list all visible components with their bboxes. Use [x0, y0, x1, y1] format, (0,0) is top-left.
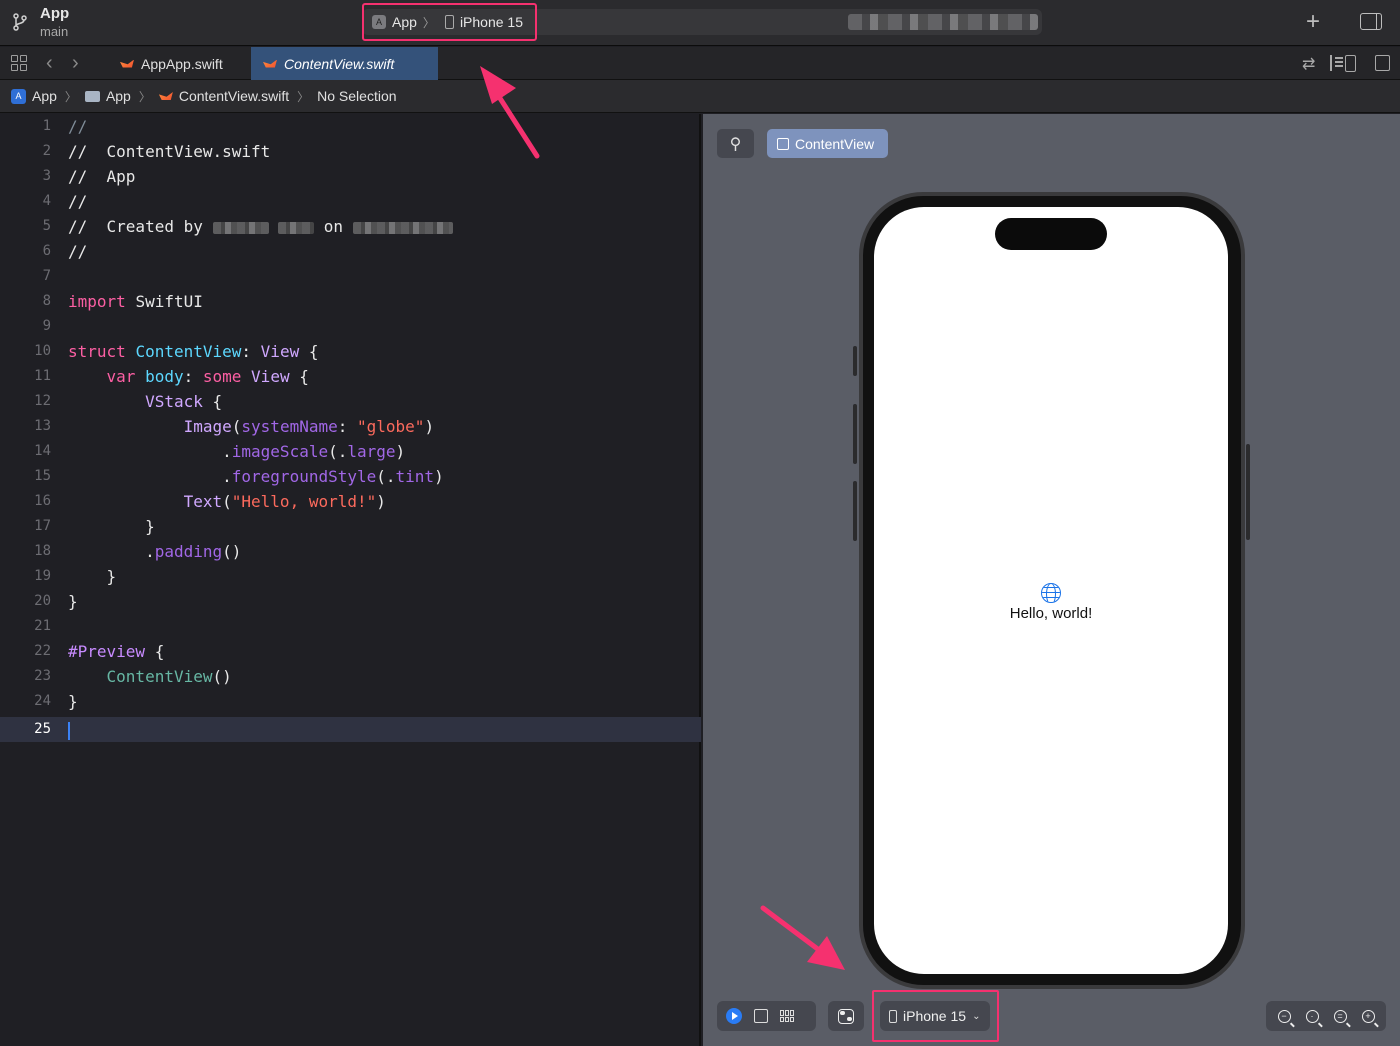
current-code-line[interactable]: 25: [0, 717, 701, 742]
swift-file-icon: [159, 90, 173, 102]
code-line: 4//: [42, 192, 88, 211]
preview-hello-text: Hello, world!: [1009, 605, 1093, 622]
redacted-author: [278, 221, 315, 234]
preview-selector-button[interactable]: ContentView: [767, 129, 888, 158]
swap-arrows-icon[interactable]: ⇄: [1302, 54, 1315, 74]
swift-file-icon: [263, 58, 277, 70]
swift-file-icon: [120, 58, 134, 70]
branch-icon: [13, 13, 27, 31]
zoom-in-icon[interactable]: +: [1361, 1009, 1375, 1023]
action-button: [853, 346, 857, 376]
breadcrumb-separator: 〉: [64, 89, 77, 104]
code-line: 14 .imageScale(.large): [34, 442, 406, 461]
canvas-settings-button[interactable]: [828, 1001, 864, 1031]
zoom-actual-size-icon[interactable]: =: [1333, 1009, 1347, 1023]
scheme-chevron: 〉: [422, 15, 435, 30]
xcode-window: App main A App 〉 iPhone 15 + ‹ › AppApp.…: [0, 0, 1400, 1046]
preview-cube-icon: [777, 137, 789, 150]
related-items-grid-icon[interactable]: [11, 55, 27, 71]
scheme-device-label[interactable]: iPhone 15: [460, 14, 523, 30]
redacted-author: [212, 221, 269, 234]
code-line: 11 var body: some View {: [34, 367, 309, 386]
iphone-icon: [444, 15, 454, 29]
zoom-out-icon[interactable]: −: [1277, 1009, 1291, 1023]
code-line: 2// ContentView.swift: [42, 142, 271, 161]
code-line: 6//: [42, 242, 88, 261]
add-editor-icon[interactable]: [1375, 55, 1390, 71]
forward-chevron-icon[interactable]: ›: [72, 52, 79, 75]
code-line: 24}: [34, 692, 78, 711]
branch-name[interactable]: main: [40, 24, 68, 39]
preview-button-label: ContentView: [795, 135, 875, 152]
scheme-app-label[interactable]: App: [392, 14, 417, 30]
project-icon: A: [11, 88, 26, 104]
preview-canvas: ⚲ ContentView Hello, world! iPhone 15 ⌄ …: [703, 114, 1400, 1046]
code-line: 3// App: [42, 167, 136, 186]
redacted-date: [352, 221, 453, 234]
live-play-icon[interactable]: [726, 1008, 742, 1024]
globe-icon: [1041, 583, 1061, 603]
pin-icon[interactable]: ⚲: [717, 129, 754, 158]
code-line: 16 Text("Hello, world!"): [34, 492, 386, 511]
toggle-settings-icon: [838, 1008, 854, 1024]
zoom-controls: − · = +: [1266, 1001, 1386, 1031]
device-highlight-box: [872, 990, 999, 1042]
breadcrumb-selection[interactable]: No Selection: [317, 88, 396, 104]
preview-mode-controls: [717, 1001, 816, 1031]
code-line: 19 }: [34, 567, 117, 586]
breadcrumb-folder[interactable]: App: [106, 88, 131, 104]
code-line: 5// Created by on: [0, 214, 701, 239]
code-line: 21: [34, 618, 51, 634]
code-line: 15 .foregroundStyle(.tint): [34, 467, 444, 486]
selectable-mode-icon[interactable]: [754, 1009, 768, 1023]
toolbar: App main A App 〉 iPhone 15 +: [0, 0, 1400, 46]
editor-tab-bar: ‹ › AppApp.swift ContentView.swift ⇄: [0, 47, 1400, 80]
code-line: 22 #Preview {: [34, 642, 165, 661]
zoom-to-fit-icon[interactable]: ·: [1305, 1009, 1319, 1023]
code-line: 13 Image(systemName: "globe"): [34, 417, 435, 436]
breadcrumb-separator: 〉: [297, 89, 310, 104]
code-line: 10 struct ContentView: View {: [34, 342, 319, 361]
app-target-icon: A: [372, 15, 386, 29]
volume-up-button: [853, 404, 857, 464]
breadcrumb-file[interactable]: ContentView.swift: [179, 88, 289, 104]
source-editor[interactable]: 1// 2// ContentView.swift 3// App 4// 5/…: [0, 114, 701, 1046]
back-chevron-icon[interactable]: ‹: [46, 52, 53, 75]
code-line: 1//: [42, 117, 88, 136]
tab-appapp-swift[interactable]: AppApp.swift: [108, 47, 251, 80]
code-line: 20}: [34, 592, 78, 611]
status-text-redacted: [848, 14, 1038, 30]
text-cursor: [68, 721, 70, 740]
iphone-screen[interactable]: Hello, world!: [874, 207, 1228, 974]
code-line: 18 .padding(): [34, 542, 242, 561]
breadcrumb-separator: 〉: [138, 89, 151, 104]
volume-down-button: [853, 481, 857, 541]
breadcrumb-project[interactable]: App: [32, 88, 57, 104]
code-line: 7: [42, 268, 51, 284]
scheme-selector[interactable]: A App 〉 iPhone 15: [362, 3, 537, 41]
breadcrumb: A App 〉 App 〉 ContentView.swift 〉 No Sel…: [0, 80, 1400, 113]
code-line: 23 ContentView(): [34, 667, 232, 686]
code-line: 12 VStack {: [34, 392, 223, 411]
tab-label: AppApp.swift: [141, 55, 223, 72]
sidebar-right-icon[interactable]: [1360, 13, 1382, 30]
folder-icon: [84, 90, 100, 102]
dynamic-island: [995, 218, 1107, 250]
tab-label: ContentView.swift: [284, 55, 395, 72]
power-button: [1246, 444, 1250, 540]
tab-contentview-swift[interactable]: ContentView.swift: [251, 47, 438, 80]
code-line: 8 import SwiftUI: [42, 292, 203, 311]
code-line: 9: [42, 318, 51, 334]
plus-icon[interactable]: +: [1306, 9, 1320, 35]
code-line: 17 }: [34, 517, 155, 536]
project-name[interactable]: App: [40, 5, 69, 22]
variants-grid-icon[interactable]: [780, 1010, 794, 1022]
editor-options-icon[interactable]: [1330, 55, 1356, 72]
